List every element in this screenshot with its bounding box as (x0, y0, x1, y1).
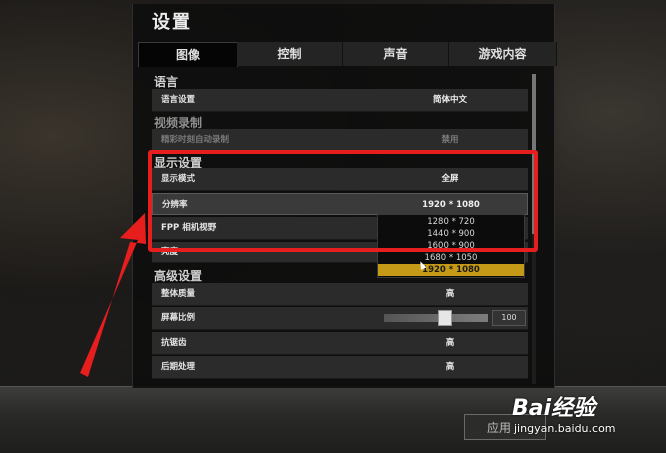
watermark-url: jingyan.baidu.com (514, 422, 616, 435)
baidu-watermark: Bai经验 jingyan.baidu.com (512, 384, 652, 444)
watermark-brand: Bai经验 (512, 396, 596, 421)
